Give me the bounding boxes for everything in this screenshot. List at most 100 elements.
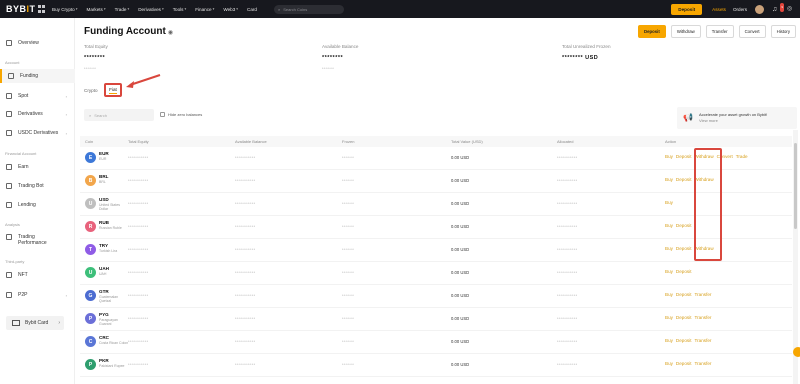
- table-row: P PYG Paraguayan Guarani ********** ********…: [80, 308, 792, 331]
- action-deposit-link[interactable]: Deposit: [676, 361, 692, 366]
- hidden-value: **********: [128, 293, 149, 298]
- action-deposit-link[interactable]: Deposit: [676, 154, 692, 159]
- action-buy-link[interactable]: Buy: [665, 292, 673, 297]
- coin-name: Russian Ruble: [99, 226, 122, 230]
- history-button[interactable]: History: [770, 25, 796, 38]
- action-deposit-link[interactable]: Deposit: [676, 177, 692, 182]
- col-total-equity[interactable]: Total Equity: [128, 139, 149, 144]
- avatar[interactable]: [755, 4, 764, 14]
- coin-search-input[interactable]: ⌕ Search: [84, 109, 154, 121]
- deposit-button[interactable]: Deposit: [638, 25, 666, 38]
- chevron-right-icon: ›: [58, 320, 60, 326]
- sidebar-item-p2p[interactable]: P2P ›: [0, 288, 75, 302]
- action-transfer-link[interactable]: Transfer: [695, 361, 712, 366]
- p2p-icon: [6, 292, 12, 298]
- row-actions: Buy Deposit Transfer: [665, 292, 711, 297]
- nav-tools[interactable]: Tools ▾: [173, 7, 187, 12]
- available-balance-value: ********: [322, 55, 344, 61]
- nav-deposit-button[interactable]: Deposit: [671, 3, 703, 15]
- hide-zero-checkbox[interactable]: Hide zero balances: [160, 112, 202, 117]
- coin-name: Guatemalan Quetzal: [99, 295, 119, 303]
- action-buy-link[interactable]: Buy: [665, 338, 673, 343]
- nav-finance[interactable]: Finance ▾: [195, 7, 214, 12]
- coin-name: United States Dollar: [99, 203, 121, 211]
- action-deposit-link[interactable]: Deposit: [676, 292, 692, 297]
- action-buy-link[interactable]: Buy: [665, 269, 673, 274]
- action-transfer-link[interactable]: Transfer: [695, 338, 712, 343]
- sidebar-item-lending[interactable]: Lending: [0, 198, 75, 212]
- hidden-value: **********: [235, 178, 256, 183]
- apps-grid-icon[interactable]: [38, 5, 46, 13]
- action-trade-link[interactable]: Trade: [736, 154, 748, 159]
- action-transfer-link[interactable]: Transfer: [695, 292, 712, 297]
- col-available[interactable]: Available Balance: [235, 139, 267, 144]
- eye-icon[interactable]: ◉: [168, 30, 173, 36]
- action-transfer-link[interactable]: Transfer: [695, 315, 712, 320]
- earn-icon: [6, 164, 12, 170]
- bybit-logo[interactable]: BYBIT: [6, 4, 35, 14]
- sidebar-item-trading-performance[interactable]: Trading Performance: [0, 232, 75, 252]
- nav-buy-crypto[interactable]: Buy Crypto ▾: [52, 7, 78, 12]
- action-buy-link[interactable]: Buy: [665, 246, 673, 251]
- nav-card[interactable]: Card: [247, 7, 257, 12]
- transfer-button[interactable]: Transfer: [705, 25, 734, 38]
- page-title: Funding Account ◉: [84, 26, 174, 37]
- nav-orders-menu[interactable]: Orders: [733, 7, 747, 12]
- action-buy-link[interactable]: Buy: [665, 154, 673, 159]
- col-usd[interactable]: Total Value (USD): [451, 139, 483, 144]
- col-allocated[interactable]: Allocated: [557, 139, 573, 144]
- help-fab-button[interactable]: [793, 347, 800, 357]
- action-buy-link[interactable]: Buy: [665, 223, 673, 228]
- sidebar-item-trading-bot[interactable]: Trading Bot: [0, 179, 75, 193]
- nav-search-input[interactable]: ⌕ Search Coins: [273, 4, 344, 14]
- sidebar-item-derivatives[interactable]: Derivatives ›: [0, 107, 75, 121]
- bybit-card-button[interactable]: Bybit Card ›: [6, 316, 64, 330]
- action-deposit-link[interactable]: Deposit: [676, 315, 692, 320]
- promo-banner[interactable]: 📢 Accelerate your asset growth on Bybit!…: [677, 107, 797, 129]
- nav-markets[interactable]: Markets ▾: [87, 7, 106, 12]
- bell-icon[interactable]: ♫ 9: [772, 2, 784, 14]
- tab-fiat[interactable]: Fiat: [104, 83, 122, 97]
- tab-crypto[interactable]: Crypto: [84, 88, 98, 93]
- action-buy-link[interactable]: Buy: [665, 361, 673, 366]
- sidebar-item-overview[interactable]: Overview: [0, 36, 75, 50]
- coin-symbol: RUB: [99, 220, 109, 225]
- sidebar-item-nft[interactable]: NFT: [0, 268, 75, 282]
- action-buy-link[interactable]: Buy: [665, 200, 673, 205]
- col-frozen[interactable]: Frozen: [342, 139, 354, 144]
- sidebar-section-third-party: Third-party: [5, 259, 25, 264]
- action-deposit-link[interactable]: Deposit: [676, 269, 692, 274]
- hidden-value: **********: [557, 339, 578, 344]
- action-buy-link[interactable]: Buy: [665, 315, 673, 320]
- coin-name: Pakistani Rupee: [99, 364, 125, 368]
- chevron-right-icon: ›: [65, 93, 67, 99]
- nav-web3[interactable]: Web3 ▾: [223, 7, 238, 12]
- coin-icon: U: [85, 198, 96, 209]
- sidebar-section-account: Account: [5, 60, 20, 65]
- action-deposit-link[interactable]: Deposit: [676, 223, 692, 228]
- coin-name: BRL: [99, 180, 106, 184]
- scrollbar-thumb[interactable]: [794, 143, 797, 229]
- globe-icon[interactable]: ◎: [787, 5, 796, 14]
- nav-assets-menu[interactable]: Assets: [712, 7, 726, 12]
- action-deposit-link[interactable]: Deposit: [676, 246, 692, 251]
- convert-button[interactable]: Convert: [738, 25, 766, 38]
- hidden-value: ******: [342, 224, 355, 229]
- usd-value: 0.00 USD: [451, 339, 470, 344]
- nav-trade[interactable]: Trade ▾: [115, 7, 130, 12]
- hidden-value: **********: [235, 293, 256, 298]
- hidden-value: ******: [342, 247, 355, 252]
- sidebar-item-usdc-derivatives[interactable]: USDC Derivatives ›: [0, 126, 75, 140]
- sidebar-item-earn[interactable]: Earn: [0, 160, 75, 174]
- hidden-value: **********: [235, 339, 256, 344]
- sidebar-item-spot[interactable]: Spot ›: [0, 89, 75, 103]
- withdraw-button[interactable]: Withdraw: [670, 25, 701, 38]
- coin-name: Costa Rican Colon: [99, 341, 129, 345]
- hidden-value: **********: [557, 178, 578, 183]
- sidebar-item-funding[interactable]: Funding: [0, 69, 75, 83]
- hidden-value: **********: [557, 293, 578, 298]
- nav-derivatives[interactable]: Derivatives ▾: [138, 7, 164, 12]
- col-coin[interactable]: Coin: [85, 139, 93, 144]
- action-buy-link[interactable]: Buy: [665, 177, 673, 182]
- action-deposit-link[interactable]: Deposit: [676, 338, 692, 343]
